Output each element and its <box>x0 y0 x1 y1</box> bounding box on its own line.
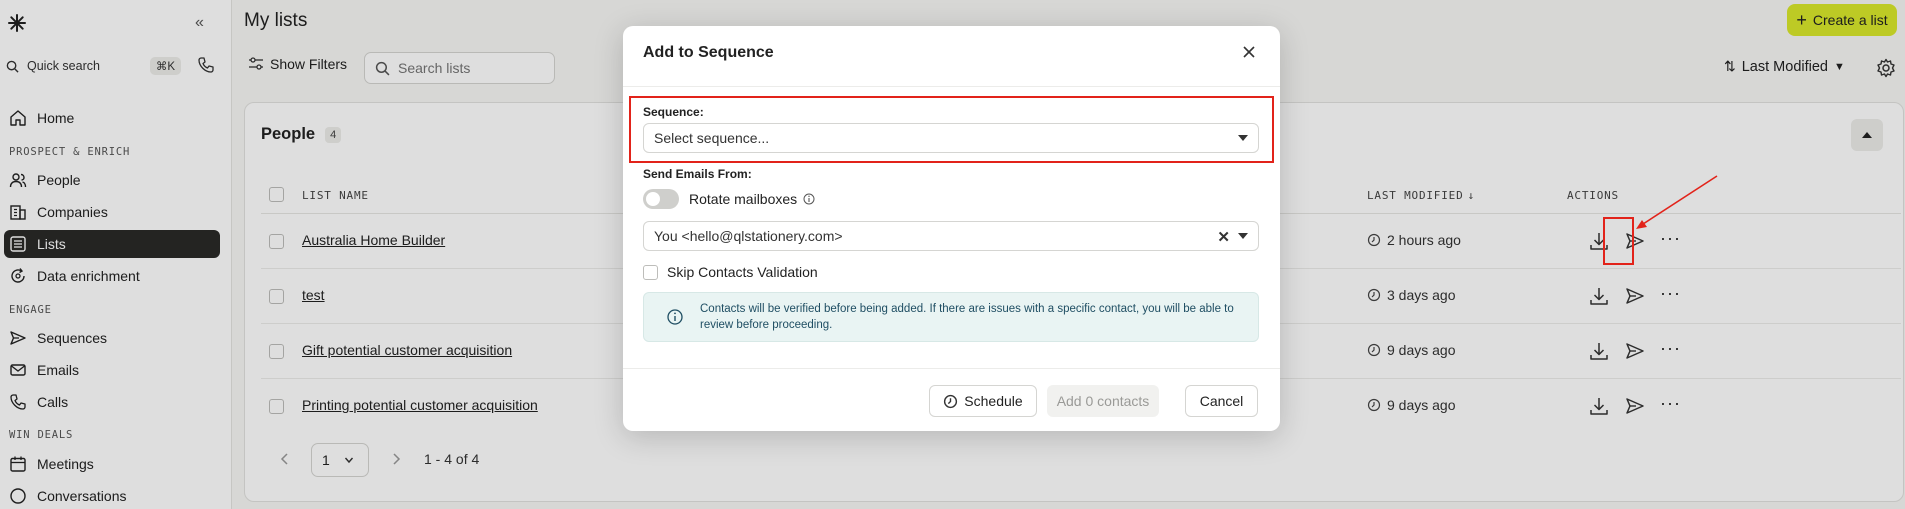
caret-down-icon <box>1238 135 1248 141</box>
rotate-mailboxes: Rotate mailboxes <box>689 191 815 207</box>
info-circle-icon <box>667 309 683 325</box>
annotation-arrow <box>1636 175 1718 229</box>
schedule-label: Schedule <box>964 393 1023 409</box>
clock-icon <box>944 394 958 408</box>
sequence-label: Sequence: <box>643 105 704 119</box>
rotate-mailboxes-label: Rotate mailboxes <box>689 191 798 207</box>
info-icon[interactable] <box>803 193 815 205</box>
validation-info-text: Contacts will be verified before being a… <box>700 303 1234 331</box>
send-from-label: Send Emails From: <box>643 167 752 181</box>
caret-down-icon <box>1238 233 1248 239</box>
add-contacts-button[interactable]: Add 0 contacts <box>1047 385 1159 417</box>
clear-icon[interactable]: ✕ <box>1217 228 1230 246</box>
close-icon[interactable] <box>1240 43 1258 61</box>
rotate-mailboxes-toggle[interactable] <box>643 189 679 209</box>
mailbox-select[interactable]: You <hello@qlstationery.com> ✕ <box>643 221 1259 251</box>
validation-info-box: Contacts will be verified before being a… <box>643 292 1259 342</box>
mailbox-value: You <hello@qlstationery.com> <box>654 228 843 244</box>
skip-validation-checkbox[interactable] <box>643 265 658 280</box>
modal-footer-divider <box>623 368 1280 369</box>
modal-title: Add to Sequence <box>643 44 774 61</box>
sequence-select-placeholder: Select sequence... <box>654 130 770 146</box>
sequence-select[interactable]: Select sequence... <box>643 123 1259 153</box>
cancel-button[interactable]: Cancel <box>1185 385 1258 417</box>
schedule-button[interactable]: Schedule <box>929 385 1037 417</box>
skip-validation-label: Skip Contacts Validation <box>667 264 818 280</box>
add-to-sequence-modal: Add to Sequence Sequence: Select sequenc… <box>623 26 1280 431</box>
modal-header-divider <box>623 86 1280 87</box>
